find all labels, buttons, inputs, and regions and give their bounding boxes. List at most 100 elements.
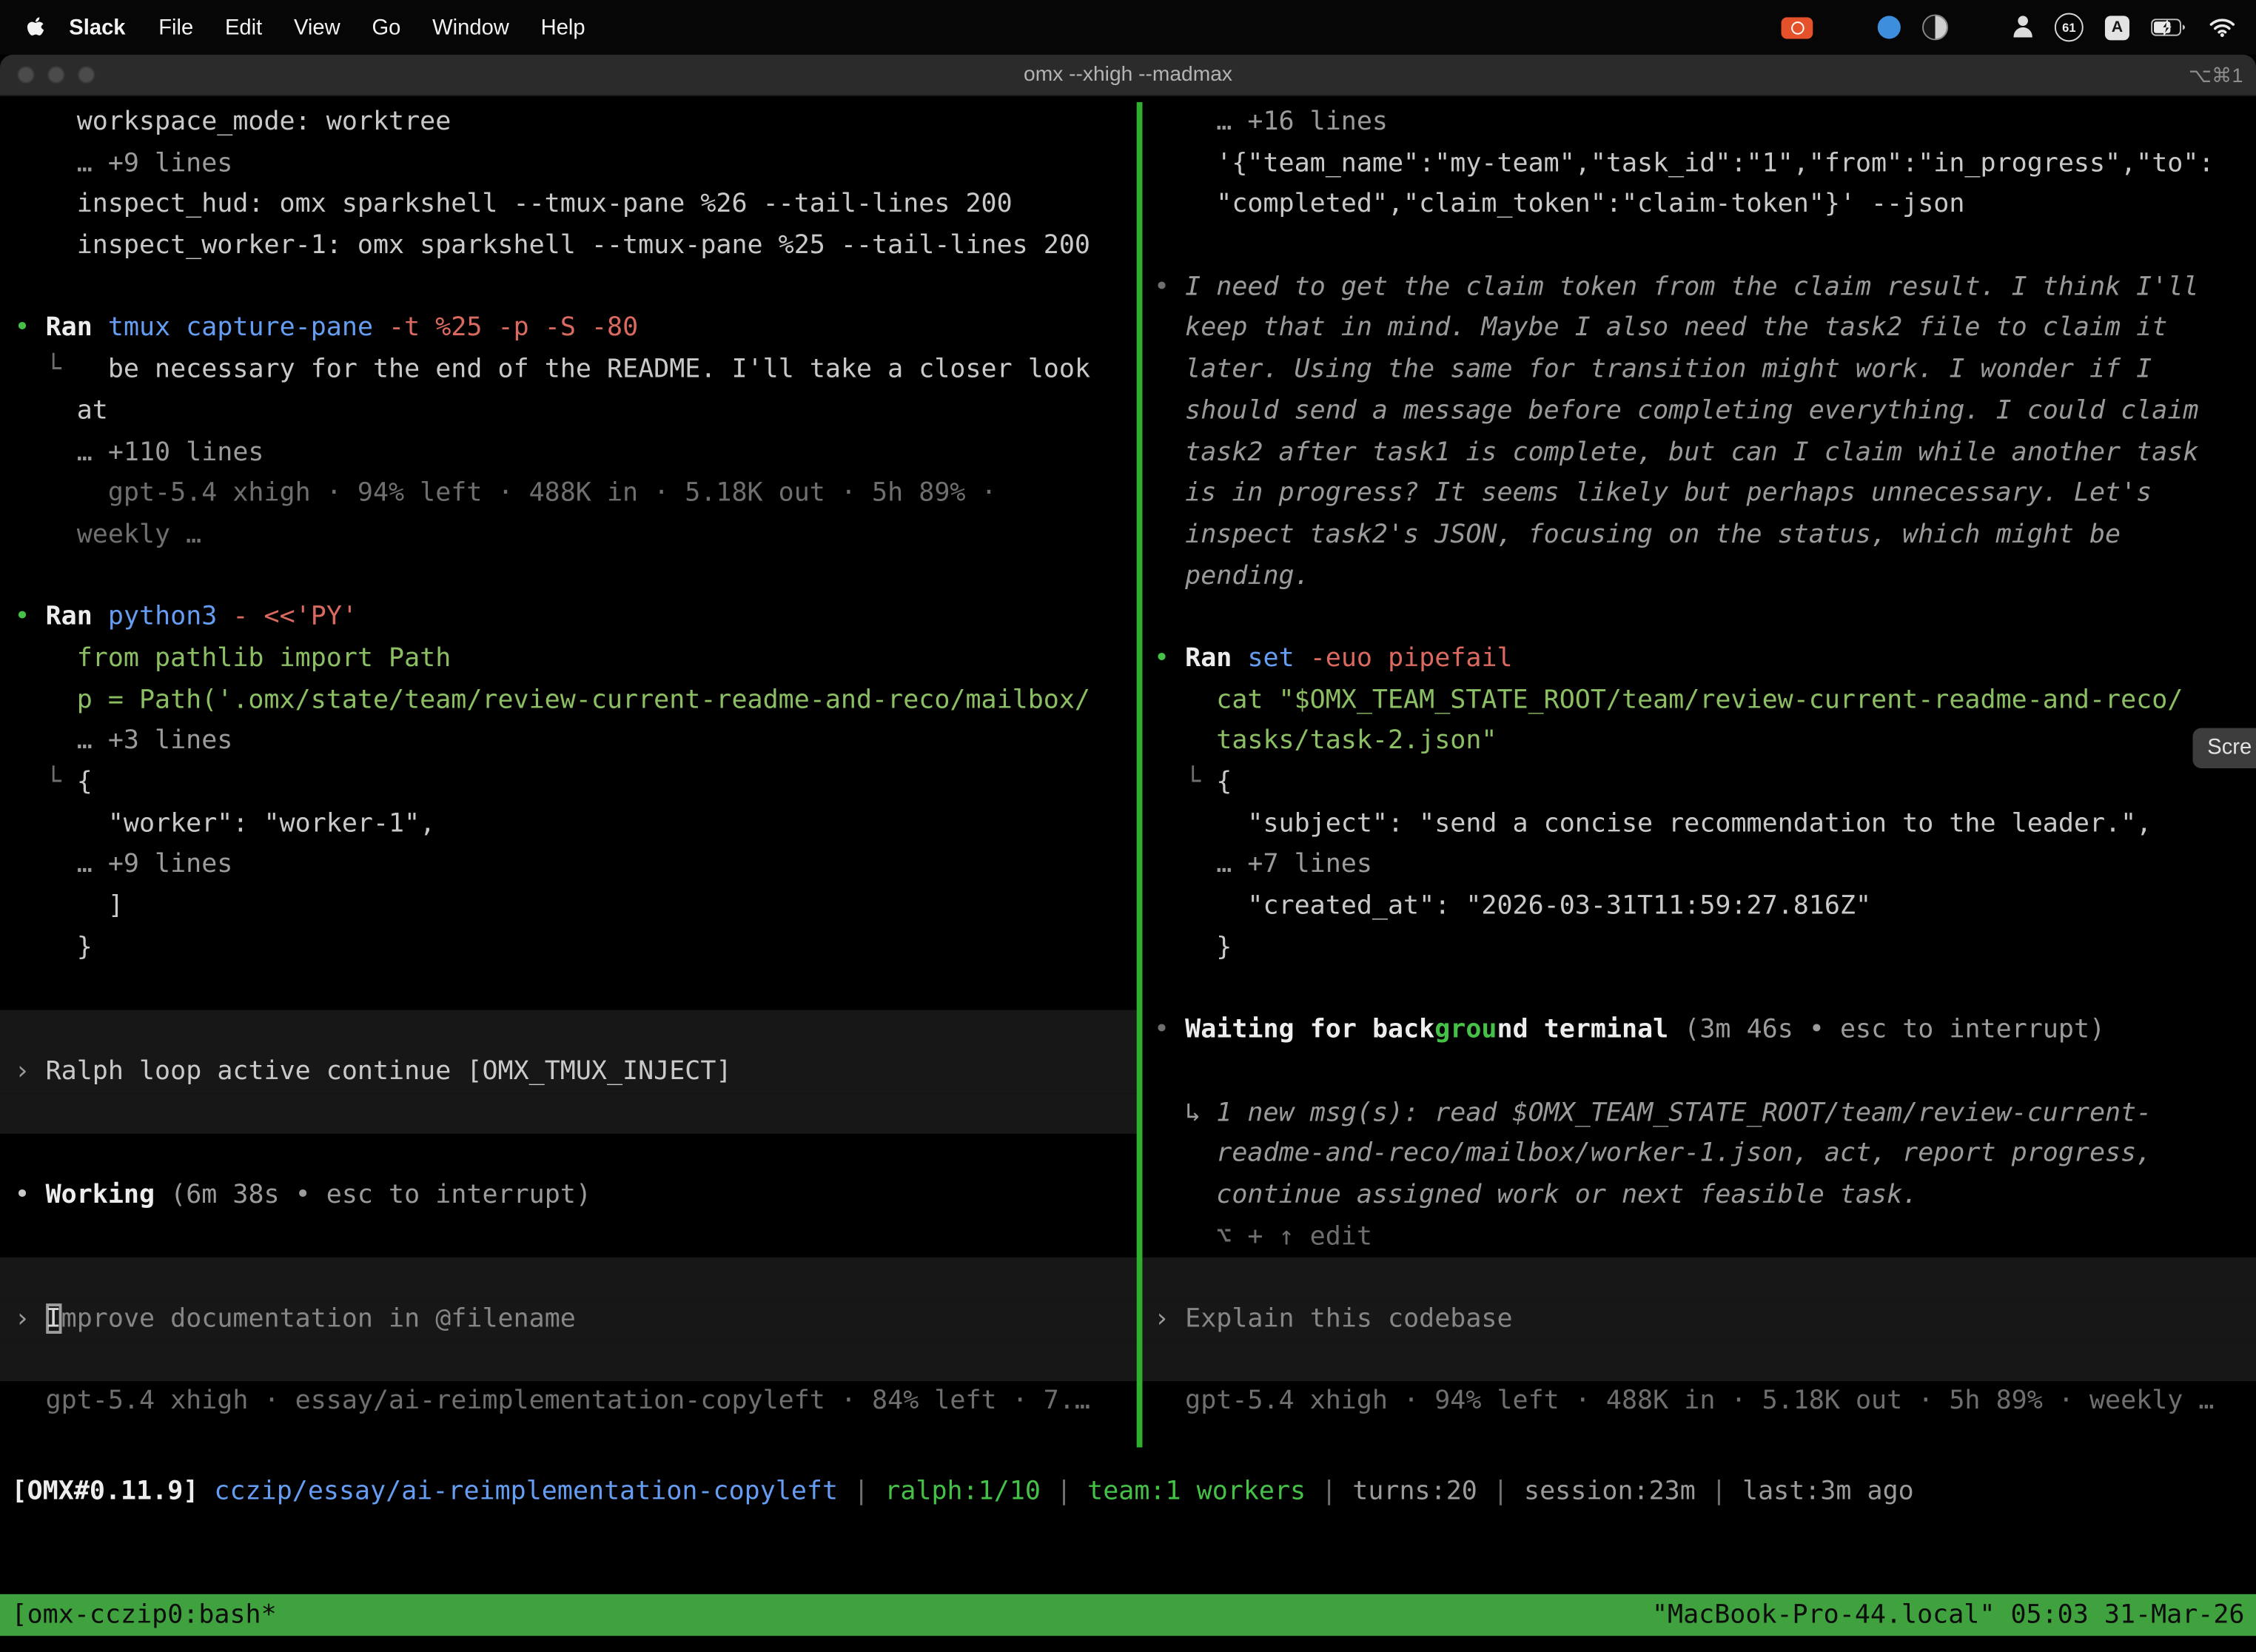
- apple-menu-icon[interactable]: [26, 16, 52, 38]
- zoom-button[interactable]: [78, 66, 95, 83]
- text-segment: … +7 lines: [1154, 850, 1372, 880]
- text-segment: tasks/task-2.json": [1154, 725, 1497, 756]
- menu-view[interactable]: View: [278, 15, 356, 39]
- text-segment: (6m 38s • esc to interrupt): [170, 1180, 591, 1210]
- omx-status-bar: [OMX#0.11.9] cczip/essay/ai-reimplementa…: [0, 1472, 2256, 1514]
- text-segment: (3m 46s • esc to interrupt): [1684, 1015, 2105, 1045]
- text-segment: |: [1696, 1476, 1742, 1506]
- text-segment: turns:20: [1352, 1476, 1477, 1506]
- text-segment: •: [1154, 643, 1185, 674]
- terminal-line: • Ran tmux capture-pane -t %25 -p -S -80: [0, 309, 1137, 350]
- text-segment: •: [1154, 1015, 1185, 1045]
- app-icon-dark[interactable]: [1922, 14, 1948, 40]
- text-segment: … +110 lines: [14, 437, 263, 467]
- text-segment: └: [14, 767, 76, 797]
- text-segment: … +9 lines: [14, 850, 232, 880]
- text-segment: should send a message before completing …: [1154, 395, 2198, 426]
- text-segment: ]: [14, 890, 123, 921]
- terminal-line: "completed","claim_token":"claim-token"}…: [1142, 185, 2256, 226]
- tmux-status-bar: [omx-cczip0:bash* "MacBook-Pro-44.local"…: [0, 1594, 2256, 1636]
- battery-percent-badge[interactable]: 61: [2055, 13, 2084, 41]
- terminal-line: [0, 1217, 1137, 1258]
- menu-help[interactable]: Help: [525, 15, 601, 39]
- text-segment: inspect_worker-1: omx sparkshell --tmux-…: [14, 230, 1090, 261]
- text-segment: Ran: [1185, 643, 1247, 674]
- text-segment: "subject": "send a concise recommendatio…: [1154, 808, 2152, 839]
- thinking-text: is in progress? It seems likely but perh…: [1142, 474, 2256, 515]
- prompt-suggestion[interactable]: › Explain this codebase: [1142, 1299, 2256, 1340]
- app-icon-blue[interactable]: [1878, 16, 1901, 38]
- terminal-line: ↳ 1 new msg(s): read $OMX_TEAM_STATE_ROO…: [1142, 1092, 2256, 1134]
- text-segment: }: [14, 932, 92, 962]
- tmux-pane-right[interactable]: … +16 lines '{"team_name":"my-team","tas…: [1142, 96, 2256, 1447]
- text-segment: later. Using the same for transition mig…: [1154, 354, 2152, 384]
- omx-status-line: [OMX#0.11.9] cczip/essay/ai-reimplementa…: [0, 1472, 2256, 1514]
- menu-items: FileEditViewGoWindowHelp: [143, 15, 601, 39]
- text-segment: •: [14, 602, 45, 632]
- thinking-text: later. Using the same for transition mig…: [1142, 350, 2256, 392]
- menu-file[interactable]: File: [143, 15, 209, 39]
- window-title-bar[interactable]: omx --xhigh --madmax ⌥⌘1: [0, 55, 2256, 96]
- text-segment: |: [1306, 1476, 1352, 1506]
- pane-footer-status: gpt-5.4 xhigh · essay/ai-reimplementatio…: [0, 1382, 1137, 1423]
- text-segment: ›: [14, 1055, 45, 1086]
- text-segment: continue assigned work or next feasible …: [1154, 1180, 1918, 1210]
- window-controls: [17, 66, 95, 83]
- menu-go[interactable]: Go: [356, 15, 417, 39]
- text-segment: at: [14, 395, 107, 426]
- text-segment: I: [46, 1303, 61, 1334]
- text-segment: I need to get the claim token from the c…: [1185, 272, 2198, 302]
- text-segment: keep that in mind. Maybe I also need the…: [1154, 313, 2167, 343]
- profile-icon[interactable]: [2013, 16, 2033, 38]
- thinking-text: • I need to get the claim token from the…: [1142, 267, 2256, 309]
- terminal-line: [1142, 1340, 2256, 1382]
- terminal-line: [0, 1134, 1137, 1175]
- text-segment: "created_at": "2026-03-31T11:59:27.816Z": [1154, 890, 1871, 921]
- text-segment: [OMX#0.11.9]: [12, 1476, 215, 1506]
- text-segment: Waiting for back: [1185, 1015, 1434, 1045]
- text-segment: python3: [108, 602, 233, 632]
- menu-edit[interactable]: Edit: [209, 15, 278, 39]
- terminal-line: p = Path('.omx/state/team/review-current…: [0, 680, 1137, 722]
- minimize-button[interactable]: [47, 66, 64, 83]
- input-source-icon[interactable]: A: [2105, 15, 2129, 39]
- window-grid-icon[interactable]: [1834, 16, 1856, 38]
- terminal-line: weekly …: [0, 515, 1137, 557]
- text-segment: pending.: [1154, 560, 1310, 591]
- text-segment: p = Path('.omx/state/team/review-current…: [14, 685, 1090, 715]
- text-segment: … +16 lines: [1154, 107, 1388, 137]
- text-segment: from pathlib import Path: [14, 643, 451, 674]
- pane-divider[interactable]: [1137, 102, 1143, 1448]
- text-segment: ›: [1154, 1303, 1185, 1334]
- text-segment: inspect task2's JSON, focusing on the st…: [1154, 520, 2121, 550]
- text-segment: Ran: [46, 602, 108, 632]
- battery-icon[interactable]: [2151, 18, 2187, 36]
- text-segment: "worker": "worker-1",: [14, 808, 435, 839]
- terminal-line: at: [0, 391, 1137, 432]
- terminal-line: [1142, 597, 2256, 639]
- text-segment: … +9 lines: [14, 148, 232, 178]
- screen-recording-icon[interactable]: [1782, 16, 1813, 38]
- tmux-pane-left[interactable]: workspace_mode: worktree … +9 lines insp…: [0, 96, 1137, 1447]
- wifi-icon[interactable]: [2209, 17, 2236, 37]
- text-segment: •: [1154, 272, 1185, 302]
- waiting-status: • Waiting for background terminal (3m 46…: [1142, 1010, 2256, 1052]
- pane-footer-status: gpt-5.4 xhigh · 94% left · 488K in · 5.1…: [1142, 1382, 2256, 1423]
- text-segment: •: [14, 313, 45, 343]
- text-segment: ⌥ + ↑ edit: [1154, 1221, 1372, 1252]
- terminal-line: [0, 1340, 1137, 1382]
- menu-app-name[interactable]: Slack: [52, 15, 143, 39]
- terminal-line: [1142, 1052, 2256, 1093]
- window-title: omx --xhigh --madmax: [0, 55, 2256, 95]
- dots-grid-icon[interactable]: [1970, 16, 1991, 38]
- text-segment: └: [1154, 767, 1216, 797]
- terminal-line: "created_at": "2026-03-31T11:59:27.816Z": [1142, 887, 2256, 928]
- menu-window[interactable]: Window: [417, 15, 525, 39]
- text-segment: ›: [14, 1303, 45, 1334]
- prompt-input[interactable]: › Improve documentation in @filename: [0, 1299, 1137, 1340]
- ralph-loop-status: › Ralph loop active continue [OMX_TMUX_I…: [0, 1052, 1137, 1093]
- close-button[interactable]: [17, 66, 34, 83]
- text-segment: … +3 lines: [14, 725, 232, 756]
- terminal-line: [0, 1092, 1137, 1134]
- terminal-line: '{"team_name":"my-team","task_id":"1","f…: [1142, 144, 2256, 185]
